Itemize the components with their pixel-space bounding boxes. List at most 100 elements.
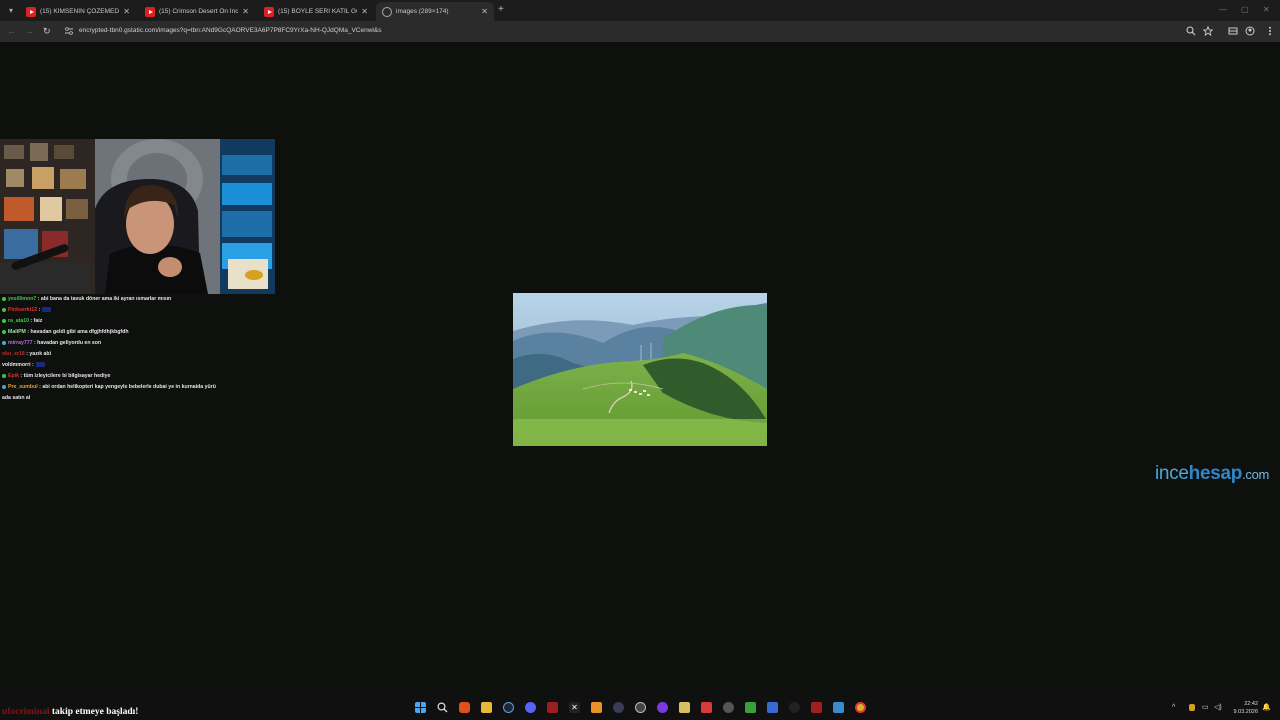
app-icon[interactable] bbox=[547, 702, 558, 713]
brand-logo-part: .com bbox=[1242, 467, 1270, 482]
viewed-image[interactable] bbox=[513, 293, 767, 446]
tab-strip: ▾ (15) KİMSENİN ÇÖZEMEDİĞİ TR ✕ (15) Cri… bbox=[0, 0, 1280, 21]
chat-text: : bbox=[38, 307, 41, 313]
close-icon[interactable]: ✕ bbox=[361, 7, 368, 16]
follow-alert-username: ufocriminal bbox=[2, 707, 50, 717]
extensions-icon[interactable] bbox=[1228, 26, 1238, 36]
chat-message: Pre_sumbul : abi ordan helikopteri kap y… bbox=[2, 382, 252, 393]
chat-message: ra_ata10 : faiz bbox=[2, 316, 252, 327]
tab-4-active[interactable]: images (289×174) ✕ bbox=[376, 2, 494, 21]
search-icon[interactable] bbox=[437, 702, 448, 713]
chat-username: Pre_sumbul bbox=[8, 384, 38, 390]
forward-arrow-icon[interactable]: → bbox=[25, 25, 34, 38]
zoom-icon[interactable] bbox=[1186, 26, 1196, 36]
brand-logo-part: hesap bbox=[1188, 463, 1243, 484]
new-tab-button[interactable]: + bbox=[498, 4, 504, 16]
youtube-icon bbox=[26, 6, 36, 17]
chat-text: : havadan geliyordu en son bbox=[33, 340, 102, 346]
tab-title: images (289×174) bbox=[396, 8, 449, 15]
chat-message: voldmmorri : bbox=[2, 360, 252, 371]
epic-games-icon[interactable]: ✕ bbox=[569, 702, 580, 713]
network-icon[interactable]: ▭ bbox=[1202, 703, 1209, 711]
site-settings-icon[interactable] bbox=[64, 26, 74, 36]
discord-icon[interactable] bbox=[525, 702, 536, 713]
windows-start-icon[interactable] bbox=[415, 702, 426, 713]
app-icon[interactable] bbox=[767, 702, 778, 713]
youtube-icon bbox=[264, 6, 274, 17]
brand-logo-part: ince bbox=[1155, 463, 1189, 484]
chat-message: mirray777 : havadan geliyordu en son bbox=[2, 338, 252, 349]
chat-badge-icon bbox=[2, 373, 6, 378]
chat-badge-icon bbox=[2, 340, 6, 345]
minecraft-icon[interactable] bbox=[745, 702, 756, 713]
chat-text: : abi ordan helikopteri kap yengeyle beb… bbox=[39, 384, 216, 390]
tray-chevron-icon[interactable]: ^ bbox=[1172, 704, 1175, 711]
tab-title: (15) KİMSENİN ÇÖZEMEDİĞİ TR bbox=[40, 8, 120, 15]
chat-message: Pinkserkt12 : bbox=[2, 305, 252, 316]
close-window-icon[interactable]: ✕ bbox=[1263, 5, 1270, 14]
chat-text: : faiz bbox=[30, 318, 43, 324]
close-icon[interactable]: ✕ bbox=[242, 7, 249, 16]
tab-2[interactable]: (15) Crimson Desert Ön İncele ✕ bbox=[139, 2, 255, 21]
app-icon[interactable] bbox=[613, 702, 624, 713]
app-icon[interactable] bbox=[789, 702, 800, 713]
chat-text: : tüm izleyicilere bi bilgisayar hediye bbox=[20, 373, 111, 379]
tab-title: (15) Crimson Desert Ön İncele bbox=[159, 8, 239, 15]
brave-icon[interactable] bbox=[459, 702, 470, 713]
close-icon[interactable]: ✕ bbox=[481, 7, 488, 16]
openai-icon[interactable] bbox=[635, 702, 646, 713]
volume-icon[interactable]: ◁) bbox=[1214, 703, 1222, 711]
close-icon[interactable]: ✕ bbox=[123, 7, 130, 16]
globe-icon bbox=[382, 6, 392, 17]
menu-dots-icon[interactable] bbox=[1265, 26, 1275, 36]
app-icon[interactable] bbox=[701, 702, 712, 713]
follow-alert: ufocriminal takip etmeye başladı! bbox=[2, 707, 138, 717]
chat-message: Epik : tüm izleyicilere bi bilgisayar he… bbox=[2, 371, 252, 382]
obs-icon[interactable] bbox=[657, 702, 668, 713]
chat-text: : yazık abi bbox=[26, 351, 52, 357]
settings-gear-icon[interactable] bbox=[723, 702, 734, 713]
chat-username: voldmmorri bbox=[2, 362, 31, 368]
tab-3[interactable]: (15) BÖYLE SERİ KATİL GÖRÜLM ✕ bbox=[258, 2, 374, 21]
tab-search-button[interactable]: ▾ bbox=[4, 4, 18, 17]
chat-text: : bbox=[32, 362, 34, 368]
clock-time[interactable]: 22:42 bbox=[1230, 701, 1258, 707]
profile-icon[interactable] bbox=[1245, 26, 1255, 36]
chat-emote-icon bbox=[42, 307, 52, 313]
chat-username: mirray777 bbox=[8, 340, 33, 346]
chat-message: oku_er18 : yazık abi bbox=[2, 349, 252, 360]
app-icon[interactable] bbox=[811, 702, 822, 713]
app-icon[interactable] bbox=[591, 702, 602, 713]
chat-badge-icon bbox=[2, 318, 6, 323]
url-field[interactable]: encrypted-tbn0.gstatic.com/images?q=tbn:… bbox=[79, 27, 381, 34]
chat-badge-icon bbox=[2, 307, 6, 312]
chat-emote-icon bbox=[35, 362, 45, 368]
reload-icon[interactable]: ↻ bbox=[43, 25, 51, 38]
chat-username: oku_er18 bbox=[2, 351, 25, 357]
minimize-icon[interactable]: — bbox=[1219, 5, 1227, 14]
chat-badge-icon bbox=[2, 329, 6, 334]
chat-text: : abi bana da tavuk döner ama iki ayran … bbox=[37, 296, 172, 302]
brand-logo: incehesap.com bbox=[1155, 463, 1269, 485]
maximize-icon[interactable]: ▢ bbox=[1241, 5, 1249, 14]
chrome-icon[interactable] bbox=[855, 702, 866, 713]
webcam-overlay bbox=[0, 139, 275, 294]
steam-icon[interactable] bbox=[503, 702, 514, 713]
chat-username: ra_ata10 bbox=[8, 318, 30, 324]
tab-1[interactable]: (15) KİMSENİN ÇÖZEMEDİĞİ TR ✕ bbox=[20, 2, 136, 21]
chat-message: yesillimon7 : abi bana da tavuk döner am… bbox=[2, 294, 252, 305]
tray-app-icon[interactable] bbox=[1189, 704, 1195, 711]
chat-username: MaliPM bbox=[8, 329, 26, 335]
file-explorer-icon[interactable] bbox=[481, 702, 492, 713]
back-arrow-icon[interactable]: ← bbox=[7, 25, 16, 38]
chat-username: yesillimon7 bbox=[8, 296, 37, 302]
notification-bell-icon[interactable]: 🔔 bbox=[1262, 703, 1271, 711]
app-icon[interactable] bbox=[679, 702, 690, 713]
chat-message: MaliPM : havadan geldi gibi ama dfgjhfdh… bbox=[2, 327, 252, 338]
clock-date[interactable]: 9.03.2026 bbox=[1228, 709, 1258, 715]
app-icon[interactable] bbox=[833, 702, 844, 713]
bookmark-star-icon[interactable] bbox=[1203, 26, 1213, 36]
chat-username: Epik bbox=[8, 373, 19, 379]
chat-badge-icon bbox=[2, 296, 6, 301]
tab-title: (15) BÖYLE SERİ KATİL GÖRÜLM bbox=[278, 8, 357, 15]
